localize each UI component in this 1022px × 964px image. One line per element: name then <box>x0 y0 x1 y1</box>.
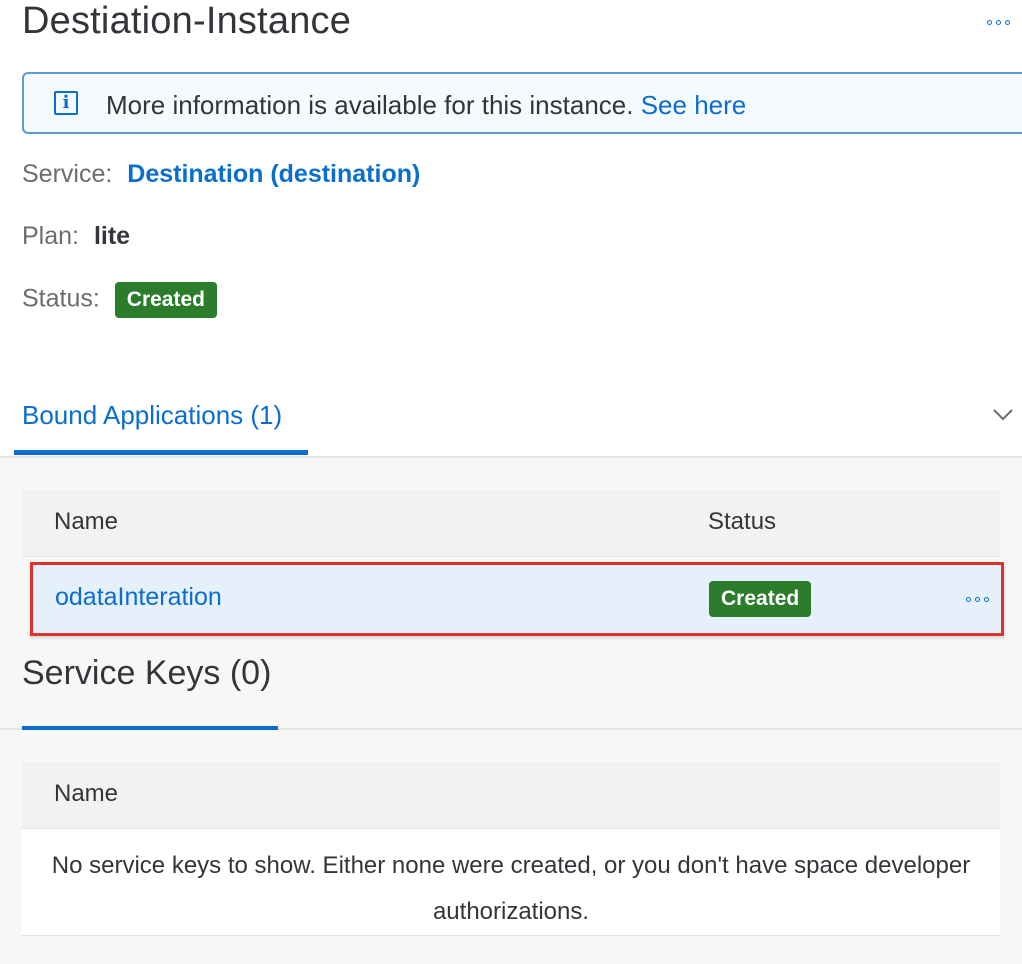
empty-state: No service keys to show. Either none wer… <box>22 829 1000 936</box>
service-keys-table: Name No service keys to show. Either non… <box>22 762 1000 936</box>
ellipsis-icon <box>961 587 993 611</box>
status-label: Status: <box>22 284 100 313</box>
status-badge: Created <box>709 581 812 617</box>
table-header: Name <box>22 762 1000 829</box>
tab-selected-indicator <box>14 450 308 455</box>
info-icon: i <box>54 91 78 115</box>
info-message-text: More information is available for this i… <box>106 90 634 120</box>
bound-applications-table: Name Status odataInteration Created <box>22 490 1004 636</box>
plan-label: Plan: <box>22 222 79 250</box>
column-header-name: Name <box>54 780 119 807</box>
see-here-link[interactable]: See here <box>641 90 747 120</box>
service-label: Service: <box>22 160 113 188</box>
table-row[interactable]: odataInteration Created <box>30 562 1004 636</box>
status-badge: Created <box>114 282 217 318</box>
info-message-strip: i More information is available for this… <box>22 72 1022 134</box>
tab-bound-applications[interactable]: Bound Applications (1) <box>22 400 282 431</box>
section-underline <box>22 726 278 730</box>
column-header-status: Status <box>708 508 777 535</box>
plan-row: Plan: lite <box>22 222 130 251</box>
column-header-name: Name <box>54 508 119 535</box>
service-row: Service: Destination (destination) <box>22 160 420 189</box>
service-link[interactable]: Destination (destination) <box>127 160 420 188</box>
status-row: Status: Created <box>22 282 217 318</box>
table-header: Name Status <box>22 490 1000 557</box>
page-title: Destiation-Instance <box>22 0 352 42</box>
info-message: More information is available for this i… <box>106 90 746 121</box>
application-link[interactable]: odataInteration <box>55 583 222 612</box>
expand-collapse-button[interactable] <box>986 398 1020 432</box>
service-keys-title: Service Keys (0) <box>22 654 272 692</box>
row-actions-button[interactable] <box>961 587 993 611</box>
empty-message: No service keys to show. Either none wer… <box>51 852 971 925</box>
plan-value: lite <box>93 222 131 250</box>
chevron-down-icon <box>993 409 1013 421</box>
more-options-button[interactable] <box>978 10 1018 34</box>
ellipsis-icon <box>978 10 1018 34</box>
